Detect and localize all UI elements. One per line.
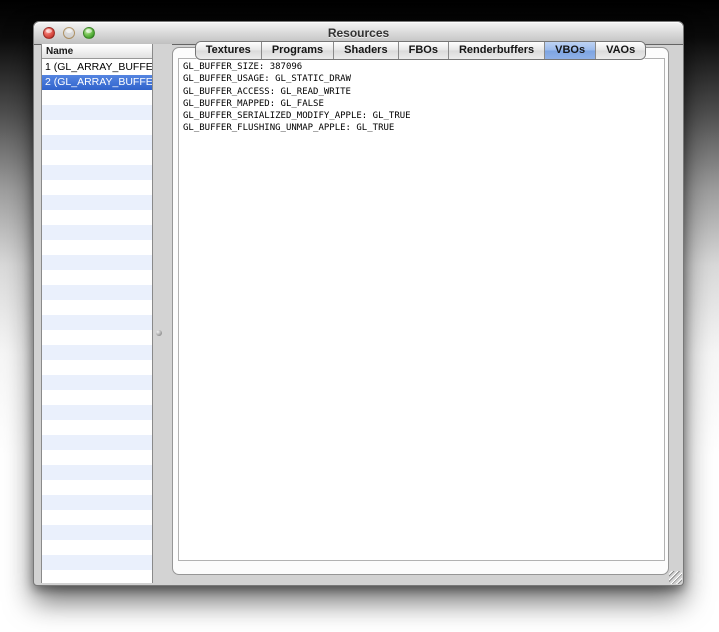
buffer-info-line: GL_BUFFER_SIZE: 387096 [183,61,664,73]
resource-type-tabs: Textures Programs Shaders FBOs Renderbuf… [172,41,669,60]
tab-textures[interactable]: Textures [196,42,262,59]
list-item[interactable]: 1 (GL_ARRAY_BUFFER) [42,60,152,75]
splitter-handle[interactable] [153,44,172,583]
tab-shaders[interactable]: Shaders [334,42,398,59]
buffer-info-line: GL_BUFFER_FLUSHING_UNMAP_APPLE: GL_TRUE [183,122,664,134]
tab-renderbuffers[interactable]: Renderbuffers [449,42,545,59]
tab-fbos[interactable]: FBOs [399,42,449,59]
buffer-info-line: GL_BUFFER_USAGE: GL_STATIC_DRAW [183,73,664,85]
detail-group-box: GL_BUFFER_SIZE: 387096 GL_BUFFER_USAGE: … [172,47,669,575]
buffer-info-text[interactable]: GL_BUFFER_SIZE: 387096 GL_BUFFER_USAGE: … [178,58,665,561]
buffer-info-line: GL_BUFFER_SERIALIZED_MODIFY_APPLE: GL_TR… [183,110,664,122]
name-column-header[interactable]: Name [42,44,152,59]
list-item-selected[interactable]: 2 (GL_ARRAY_BUFFER) [42,75,152,90]
resource-sidebar: Name 1 (GL_ARRAY_BUFFER) 2 (GL_ARRAY_BUF… [41,44,153,583]
buffer-info-line: GL_BUFFER_MAPPED: GL_FALSE [183,98,664,110]
tab-vbos[interactable]: VBOs [545,42,596,59]
tab-programs[interactable]: Programs [262,42,334,59]
tab-vaos[interactable]: VAOs [596,42,645,59]
resources-window: Resources Name 1 (GL_ARRAY_BUFFER) 2 (GL… [33,21,684,586]
resize-grip[interactable] [669,571,682,584]
splitter-dimple-icon[interactable] [156,330,162,336]
buffer-info-line: GL_BUFFER_ACCESS: GL_READ_WRITE [183,86,664,98]
segmented-control: Textures Programs Shaders FBOs Renderbuf… [195,41,646,60]
resource-list[interactable]: 1 (GL_ARRAY_BUFFER) 2 (GL_ARRAY_BUFFER) [42,60,152,583]
